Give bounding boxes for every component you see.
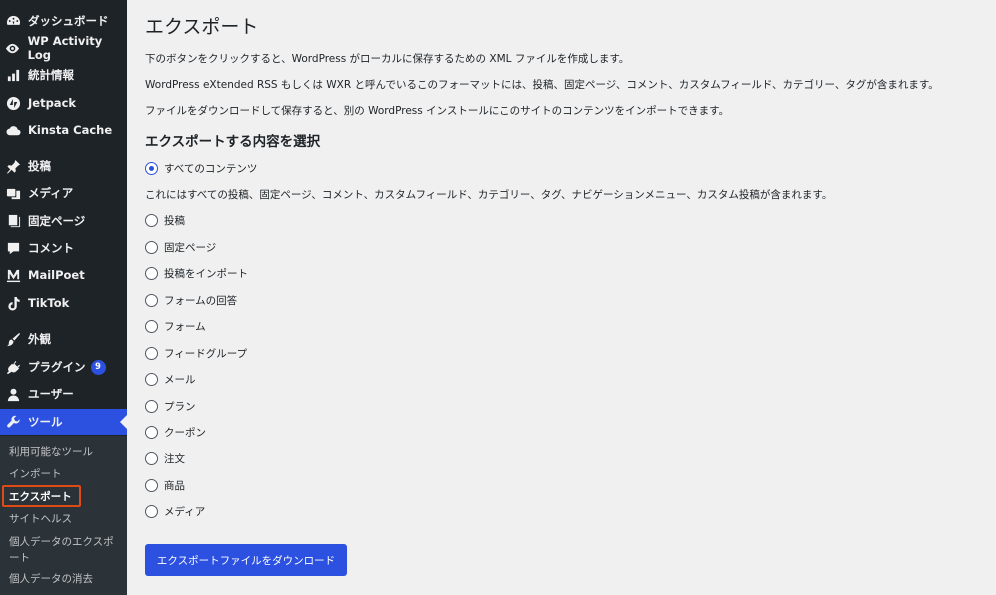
stats-bars-icon [5, 67, 21, 83]
admin-sidebar: ダッシュボード WP Activity Log 統計情報 Jetpack Kin… [0, 0, 127, 595]
eye-icon [5, 40, 21, 56]
download-export-file-button[interactable]: エクスポートファイルをダウンロード [145, 544, 347, 576]
radio-label: すべてのコンテンツ [164, 162, 258, 175]
radio-button[interactable] [145, 478, 158, 492]
radio-emails[interactable]: メール [145, 371, 196, 387]
page-title: エクスポート [145, 16, 259, 38]
radio-label: 固定ページ [164, 241, 217, 254]
radio-button[interactable] [145, 399, 158, 413]
radio-posts[interactable]: 投稿 [145, 212, 185, 228]
radio-button[interactable] [145, 213, 158, 227]
radio-label: フォームの回答 [164, 294, 238, 307]
sidebar-item-plugins[interactable]: プラグイン 9 [0, 354, 127, 380]
radio-button[interactable] [145, 372, 158, 386]
pin-icon [5, 158, 21, 174]
sidebar-item-kinsta-cache[interactable]: Kinsta Cache [0, 117, 127, 143]
sidebar-item-label: 統計情報 [28, 68, 74, 82]
radio-button[interactable] [145, 451, 158, 465]
pages-icon [5, 213, 21, 229]
plugin-update-count-badge: 9 [90, 359, 106, 375]
radio-plans[interactable]: プラン [145, 398, 196, 414]
sidebar-item-label: ダッシュボード [28, 14, 109, 28]
radio-label: フィードグループ [164, 347, 248, 360]
sidebar-item-label: コメント [28, 241, 74, 255]
sidebar-item-users[interactable]: ユーザー [0, 381, 127, 407]
sidebar-item-jetpack[interactable]: Jetpack [0, 90, 127, 116]
radio-button[interactable] [145, 504, 158, 518]
radio-label: フォーム [164, 320, 206, 333]
sidebar-item-media[interactable]: メディア [0, 180, 127, 206]
radio-button[interactable] [145, 425, 158, 439]
radio-label: 注文 [164, 452, 185, 465]
radio-button[interactable] [145, 240, 158, 254]
radio-label: メディア [164, 505, 206, 518]
sidebar-item-label: Jetpack [28, 96, 77, 110]
sidebar-item-label: WP Activity Log [27, 34, 103, 62]
sidebar-item-dashboard[interactable]: ダッシュボード [0, 8, 127, 34]
sidebar-item-label: 投稿 [28, 159, 51, 173]
media-icon [5, 185, 21, 201]
radio-forms[interactable]: フォーム [145, 318, 206, 334]
jetpack-icon [5, 95, 21, 111]
submenu-item-export-personal-data[interactable]: 個人データのエクスポート [9, 534, 121, 566]
radio-all-content[interactable]: すべてのコンテンツ [145, 160, 257, 176]
radio-label: 商品 [164, 479, 185, 492]
radio-coupons[interactable]: クーポン [145, 424, 206, 440]
sidebar-item-wp-activity-log[interactable]: WP Activity Log [0, 34, 127, 62]
radio-label: クーポン [164, 426, 206, 439]
sidebar-item-label: Kinsta Cache [28, 123, 113, 137]
sidebar-item-pages[interactable]: 固定ページ [0, 208, 127, 234]
user-icon [5, 386, 21, 402]
export-highlight-box [2, 485, 81, 507]
sidebar-item-posts[interactable]: 投稿 [0, 153, 127, 179]
radio-button[interactable] [145, 293, 158, 307]
plugin-icon [5, 359, 21, 375]
radio-import-posts[interactable]: 投稿をインポート [145, 265, 248, 281]
dashboard-icon [5, 13, 21, 29]
radio-label: メール [164, 373, 196, 386]
intro-paragraph-2: WordPress eXtended RSS もしくは WXR と呼んでいるこの… [145, 79, 939, 91]
radio-button[interactable] [145, 266, 158, 280]
sidebar-item-label: TikTok [28, 296, 70, 310]
wrench-icon [5, 414, 21, 430]
submenu-item-erase-personal-data[interactable]: 個人データの消去 [9, 571, 121, 587]
sidebar-item-comments[interactable]: コメント [0, 235, 127, 261]
tiktok-icon [5, 295, 21, 311]
brush-icon [5, 331, 21, 347]
radio-button-checked[interactable] [145, 161, 158, 175]
sidebar-item-stats[interactable]: 統計情報 [0, 62, 127, 88]
radio-feed-groups[interactable]: フィードグループ [145, 345, 247, 361]
radio-button[interactable] [145, 319, 158, 333]
submenu-item-available-tools[interactable]: 利用可能なツール [9, 444, 121, 460]
radio-label: 投稿 [164, 214, 185, 227]
intro-paragraph-3: ファイルをダウンロードして保存すると、別の WordPress インストールにこ… [145, 105, 730, 117]
sidebar-item-appearance[interactable]: 外観 [0, 326, 127, 352]
sidebar-item-label: ユーザー [28, 387, 74, 401]
radio-pages[interactable]: 固定ページ [145, 239, 216, 255]
sidebar-item-label: 外観 [28, 332, 51, 346]
all-content-description: これにはすべての投稿、固定ページ、コメント、カスタムフィールド、カテゴリー、タグ… [145, 189, 833, 201]
sidebar-item-tools[interactable]: ツール [0, 409, 127, 435]
comment-icon [5, 240, 21, 256]
mailpoet-icon [5, 267, 21, 283]
sidebar-item-label: プラグイン [28, 360, 86, 374]
sidebar-item-label: ツール [28, 415, 63, 429]
sidebar-item-tiktok[interactable]: TikTok [0, 290, 127, 316]
submenu-item-import[interactable]: インポート [9, 466, 121, 482]
sidebar-item-label: 固定ページ [28, 214, 86, 228]
radio-label: プラン [164, 400, 196, 413]
submenu-item-site-health[interactable]: サイトヘルス [9, 511, 121, 527]
radio-label: 投稿をインポート [164, 267, 248, 280]
sidebar-item-mailpoet[interactable]: MailPoet [0, 262, 127, 288]
radio-products[interactable]: 商品 [145, 477, 185, 493]
sidebar-item-label: メディア [28, 186, 74, 200]
radio-orders[interactable]: 注文 [145, 450, 185, 466]
radio-form-responses[interactable]: フォームの回答 [145, 292, 237, 308]
intro-paragraph-1: 下のボタンをクリックすると、WordPress がローカルに保存するための XM… [145, 53, 630, 65]
section-title: エクスポートする内容を選択 [145, 134, 321, 150]
radio-media[interactable]: メディア [145, 503, 205, 519]
radio-button[interactable] [145, 346, 158, 360]
cloud-icon [5, 122, 21, 138]
sidebar-item-label: MailPoet [28, 268, 85, 282]
